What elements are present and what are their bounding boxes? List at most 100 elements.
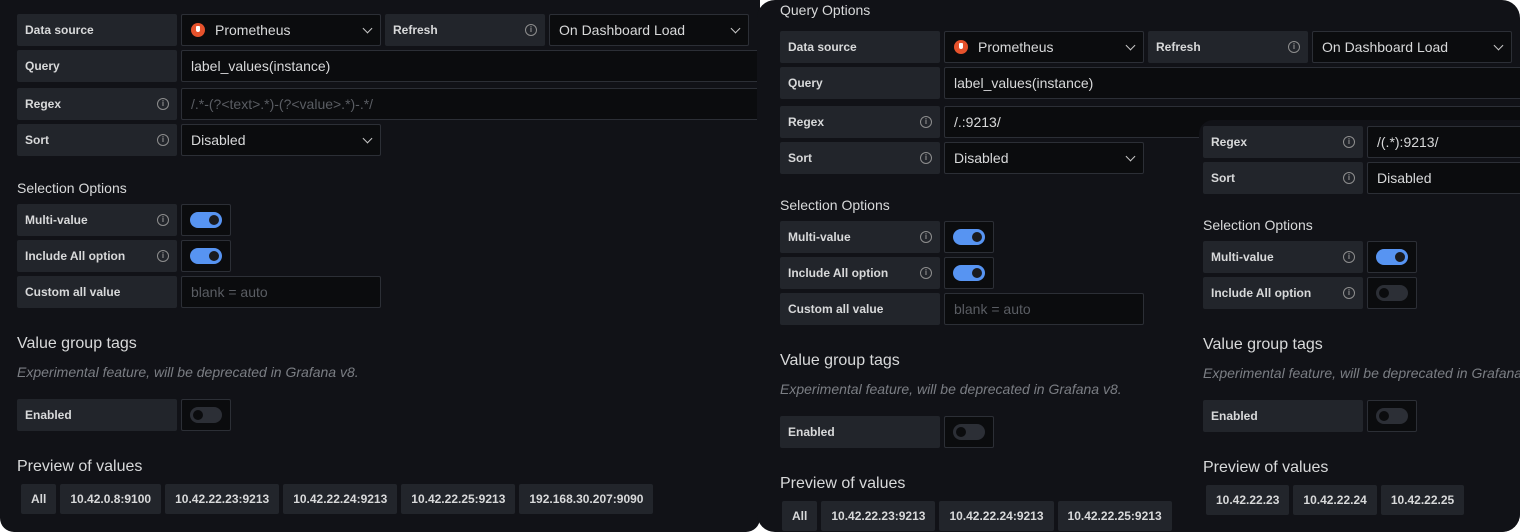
sort-value: Disabled: [191, 132, 246, 148]
info-icon[interactable]: i: [920, 152, 932, 164]
info-icon[interactable]: i: [157, 250, 169, 262]
preview-chip: 192.168.30.207:9090: [519, 484, 654, 514]
info-icon[interactable]: i: [1343, 287, 1355, 299]
datasource-value: Prometheus: [954, 39, 1053, 55]
info-icon[interactable]: i: [920, 231, 932, 243]
variable-editor-panel-3: Regex i /(.*):9213/ Sort i Disabled Select…: [1199, 120, 1520, 532]
include-all-toggle[interactable]: [1367, 277, 1417, 309]
toggle-switch[interactable]: [1376, 249, 1408, 265]
preview-values: 10.42.22.23 10.42.22.24 10.42.22.25: [1206, 485, 1465, 515]
sort-value: Disabled: [954, 150, 1009, 166]
info-icon[interactable]: i: [1343, 251, 1355, 263]
datasource-value: Prometheus: [191, 22, 290, 38]
sort-label: Sort i: [1203, 162, 1363, 194]
datasource-select[interactable]: Prometheus: [181, 14, 381, 46]
toggle-switch[interactable]: [953, 229, 985, 245]
preview-heading: Preview of values: [17, 458, 143, 475]
enabled-label: Enabled: [780, 416, 940, 448]
query-value: label_values(instance): [954, 75, 1094, 91]
selection-options-heading: Selection Options: [780, 197, 890, 213]
datasource-value-text: Prometheus: [215, 22, 291, 38]
refresh-select[interactable]: On Dashboard Load: [1312, 31, 1512, 63]
sort-label-text: Sort: [25, 133, 49, 147]
regex-label-text: Regex: [25, 97, 62, 111]
refresh-value: On Dashboard Load: [559, 22, 686, 38]
enabled-toggle[interactable]: [1367, 400, 1417, 432]
query-label: Query: [780, 67, 940, 99]
value-group-tags-heading: Value group tags: [17, 335, 137, 352]
info-icon[interactable]: i: [920, 116, 932, 128]
custom-all-placeholder: blank = auto: [191, 284, 268, 300]
toggle-switch[interactable]: [190, 407, 222, 423]
sort-select[interactable]: Disabled: [1367, 162, 1520, 194]
chevron-down-icon: [1493, 40, 1504, 50]
include-all-toggle[interactable]: [944, 257, 994, 289]
info-icon[interactable]: i: [1343, 172, 1355, 184]
enabled-label-text: Enabled: [788, 425, 835, 439]
enabled-label: Enabled: [17, 399, 177, 431]
info-icon[interactable]: i: [157, 98, 169, 110]
custom-all-label-text: Custom all value: [25, 285, 121, 299]
sort-select[interactable]: Disabled: [944, 142, 1144, 174]
multi-value-label: Multi-value i: [17, 204, 177, 236]
preview-chip: All: [21, 484, 57, 514]
refresh-select[interactable]: On Dashboard Load: [549, 14, 749, 46]
sort-select[interactable]: Disabled: [181, 124, 381, 156]
datasource-value-text: Prometheus: [978, 39, 1054, 55]
datasource-select[interactable]: Prometheus: [944, 31, 1144, 63]
regex-input[interactable]: /.*-(?<text>.*)-(?<value>.*)-.*/: [181, 88, 760, 120]
toggle-switch[interactable]: [1376, 408, 1408, 424]
info-icon[interactable]: i: [1288, 41, 1300, 53]
sort-value: Disabled: [1377, 170, 1432, 186]
preview-values: All 10.42.22.23:9213 10.42.22.24:9213 10…: [782, 501, 1172, 531]
info-icon[interactable]: i: [525, 24, 537, 36]
regex-label-text: Regex: [1211, 135, 1248, 149]
sort-label-text: Sort: [1211, 171, 1235, 185]
variable-editor-panel-1: Data source Prometheus Refresh i On Dashb…: [0, 0, 760, 532]
regex-input[interactable]: /(.*):9213/: [1367, 126, 1520, 158]
enabled-toggle[interactable]: [944, 416, 994, 448]
multi-value-label-text: Multi-value: [25, 213, 88, 227]
prometheus-icon: [954, 40, 968, 54]
regex-row: Regex i /.*-(?<text>.*)-(?<value>.*)-.*/: [17, 88, 760, 120]
multi-value-row: Multi-value i: [1203, 241, 1417, 273]
custom-all-row: Custom all value blank = auto: [17, 276, 381, 308]
multi-value-toggle[interactable]: [181, 204, 231, 236]
custom-all-label: Custom all value: [780, 293, 940, 325]
include-all-toggle[interactable]: [181, 240, 231, 272]
value-group-tags-heading: Value group tags: [1203, 336, 1323, 353]
prometheus-icon: [191, 23, 205, 37]
preview-chip: 10.42.22.23:9213: [165, 484, 280, 514]
sort-label: Sort i: [17, 124, 177, 156]
include-all-label: Include All option i: [780, 257, 940, 289]
regex-placeholder: /.*-(?<text>.*)-(?<value>.*)-.*/: [191, 96, 374, 112]
sort-row: Sort i Disabled: [17, 124, 381, 156]
chevron-down-icon: [362, 23, 373, 33]
query-label: Query: [17, 50, 177, 82]
custom-all-label: Custom all value: [17, 276, 177, 308]
custom-all-input[interactable]: blank = auto: [944, 293, 1144, 325]
toggle-switch[interactable]: [953, 424, 985, 440]
toggle-switch[interactable]: [953, 265, 985, 281]
preview-values: All 10.42.0.8:9100 10.42.22.23:9213 10.4…: [21, 484, 654, 514]
query-label-text: Query: [25, 59, 60, 73]
info-icon[interactable]: i: [157, 214, 169, 226]
toggle-switch[interactable]: [190, 212, 222, 228]
toggle-switch[interactable]: [1376, 285, 1408, 301]
enabled-label-text: Enabled: [25, 408, 72, 422]
info-icon[interactable]: i: [157, 134, 169, 146]
enabled-label-text: Enabled: [1211, 409, 1258, 423]
multi-value-toggle[interactable]: [944, 221, 994, 253]
custom-all-input[interactable]: blank = auto: [181, 276, 381, 308]
toggle-switch[interactable]: [190, 248, 222, 264]
query-input[interactable]: label_values(instance): [944, 67, 1520, 99]
enabled-toggle[interactable]: [181, 399, 231, 431]
include-all-label-text: Include All option: [25, 249, 126, 263]
preview-chip: 10.42.22.25: [1380, 485, 1465, 515]
refresh-label-text: Refresh: [1156, 40, 1201, 54]
multi-value-toggle[interactable]: [1367, 241, 1417, 273]
query-input[interactable]: label_values(instance): [181, 50, 760, 82]
enabled-row: Enabled: [17, 399, 231, 431]
info-icon[interactable]: i: [1343, 136, 1355, 148]
info-icon[interactable]: i: [920, 267, 932, 279]
